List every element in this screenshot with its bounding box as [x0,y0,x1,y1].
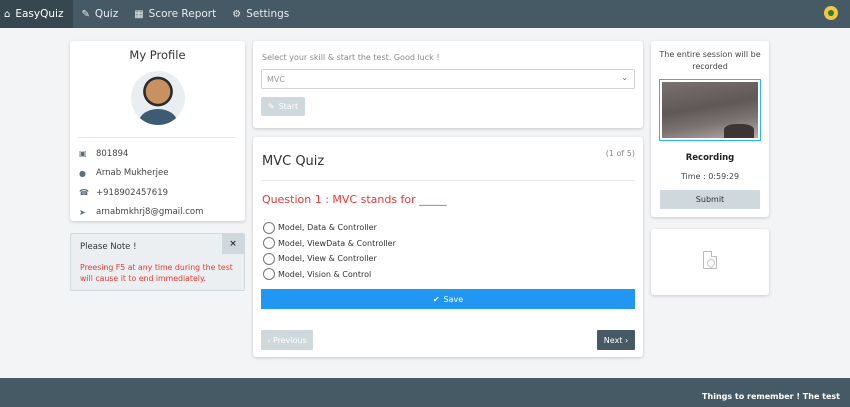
profile-title: My Profile [129,48,186,62]
note-alert: Please Note ! × Preesing F5 at any time … [70,233,245,291]
document-card[interactable] [651,229,769,295]
divider [261,180,635,181]
profile-card: My Profile ▣ 801894 ● Arnab Mukherjee ☎ … [70,41,245,221]
pdf-file-icon[interactable] [703,251,717,269]
answer-option[interactable]: Model, ViewData & Controller [263,236,396,252]
webcam-feed [662,82,758,138]
option-label: Model, Vision & Control [278,269,372,279]
answer-options: Model, Data & Controller Model, ViewData… [263,220,396,282]
profile-info: ▣ 801894 ● Arnab Mukherjee ☎ +9189024576… [70,144,245,222]
id-card-icon: ▣ [79,149,87,159]
top-navbar: ⌂ EasyQuiz ✎ Quiz ▦ Score Report ⚙ Setti… [0,0,850,28]
pencil-icon: ✎ [267,102,275,111]
radio-button[interactable] [263,252,275,265]
nav-brand[interactable]: ⌂ EasyQuiz [0,0,74,28]
webcam-preview [659,79,761,141]
table-icon: ▦ [134,8,144,20]
option-label: Model, View & Controller [278,254,377,264]
start-label: Start [278,102,299,111]
question-counter: (1 of 5) [605,149,635,158]
previous-button[interactable]: ‹ Previous [261,330,313,350]
profile-phone-row: ☎ +918902457619 [70,183,245,203]
footer: Things to remember ! The test [0,378,850,407]
profile-id: 801894 [96,148,129,159]
send-icon: ➤ [79,207,86,217]
answer-option[interactable]: Model, Data & Controller [263,220,396,236]
submit-button[interactable]: Submit [660,190,760,209]
profile-phone: +918902457619 [96,187,169,198]
quiz-title: MVC Quiz [262,154,325,169]
skill-hint: Select your skill & start the test. Good… [262,53,440,62]
edit-icon: ✎ [81,8,90,20]
save-label: Save [443,294,464,304]
answer-option[interactable]: Model, Vision & Control [263,267,396,283]
divider [78,137,237,138]
gear-icon: ⚙ [232,8,242,20]
chevron-down-icon: ⌄ [621,73,628,82]
brand-label: EasyQuiz [15,8,64,20]
profile-name-row: ● Arnab Mukherjee [70,164,245,184]
skill-select-card: Select your skill & start the test. Good… [253,41,643,128]
profile-email-row: ➤ arnabmkhrj8@gmail.com [70,203,245,223]
recording-timer: Time : 0:59:29 [680,172,740,181]
option-label: Model, Data & Controller [278,223,377,233]
nav-item-quiz[interactable]: ✎ Quiz [73,0,126,28]
start-button[interactable]: ✎ Start [261,97,305,116]
next-button[interactable]: Next › [597,330,635,350]
recording-card: The entire session will be recorded Reco… [651,41,769,217]
user-icon: ● [79,168,86,178]
quiz-card: MVC Quiz (1 of 5) Question 1 : MVC stand… [253,137,643,357]
note-title: Please Note ! [80,242,137,252]
note-text: Preesing F5 at any time during the test … [80,263,233,283]
avatar [130,71,185,125]
profile-name: Arnab Mukherjee [96,168,169,179]
skill-selected-value: MVC [267,74,285,84]
profile-id-row: ▣ 801894 [70,144,245,164]
nav-item-label: Settings [246,8,290,20]
radio-button[interactable] [263,221,275,234]
user-status-icon[interactable] [824,6,838,20]
radio-button[interactable] [263,237,275,250]
recording-status: Recording [685,153,735,163]
nav-item-label: Score Report [148,8,217,20]
check-icon: ✔ [432,294,440,304]
close-icon[interactable]: × [222,234,244,254]
profile-email: arnabmkhrj8@gmail.com [96,207,204,218]
question-text: Question 1 : MVC stands for _____ [262,193,447,206]
nav-item-settings[interactable]: ⚙ Settings [224,0,297,28]
answer-option[interactable]: Model, View & Controller [263,251,396,267]
home-icon: ⌂ [4,8,11,20]
nav-item-label: Quiz [94,8,119,20]
option-label: Model, ViewData & Controller [278,238,396,248]
phone-icon: ☎ [79,188,89,198]
radio-button[interactable] [263,268,275,281]
save-button[interactable]: ✔ Save [261,289,635,309]
nav-item-score-report[interactable]: ▦ Score Report [126,0,224,28]
recording-note: The entire session will be recorded [659,50,761,71]
skill-select[interactable]: MVC ⌄ [261,69,635,89]
footer-marquee-text: Things to remember ! The test [702,392,840,401]
